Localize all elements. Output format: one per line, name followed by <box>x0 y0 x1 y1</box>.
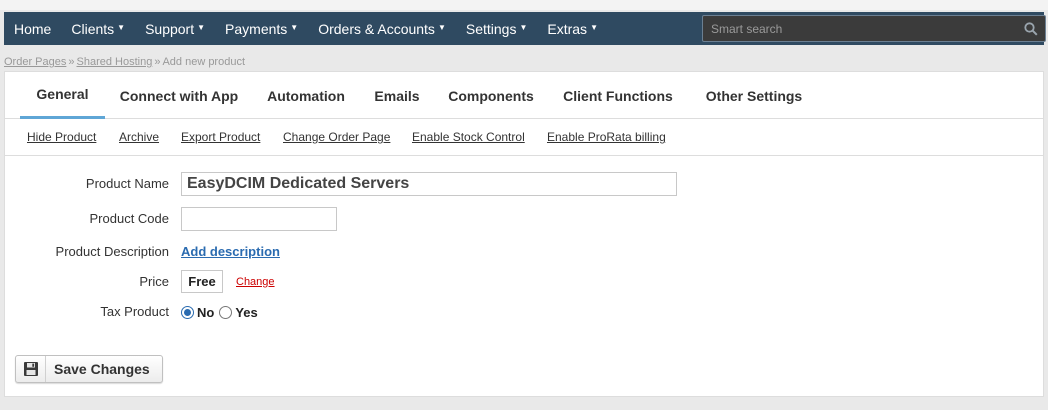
caret-down-icon: ▼ <box>290 23 299 32</box>
tax-product-radio-group: No Yes <box>181 305 263 320</box>
nav-clients[interactable]: Clients ▼ <box>61 12 135 45</box>
nav-orders-accounts[interactable]: Orders & Accounts ▼ <box>308 12 456 45</box>
smart-search <box>702 15 1046 42</box>
smart-search-input[interactable] <box>703 16 1021 41</box>
breadcrumb: Order Pages» Shared Hosting» Add new produ… <box>4 56 245 68</box>
nav-home[interactable]: Home <box>4 12 61 45</box>
product-name-input[interactable] <box>181 172 677 196</box>
save-changes-label: Save Changes <box>54 361 150 377</box>
caret-down-icon: ▼ <box>437 23 446 32</box>
tax-product-label: Tax Product <box>100 304 169 319</box>
enable-stock-control-link[interactable]: Enable Stock Control <box>412 130 525 144</box>
product-actions-bar: Hide Product Archive Export Product Chan… <box>5 119 1043 156</box>
tax-yes-label[interactable]: Yes <box>235 305 257 320</box>
tab-client-functions[interactable]: Client Functions <box>557 72 679 119</box>
nav-support[interactable]: Support ▼ <box>135 12 215 45</box>
export-product-link[interactable]: Export Product <box>181 130 260 144</box>
nav-settings-label: Settings <box>465 20 517 37</box>
tab-other-settings[interactable]: Other Settings <box>699 72 809 119</box>
change-order-page-link[interactable]: Change Order Page <box>283 130 390 144</box>
nav-payments[interactable]: Payments ▼ <box>215 12 308 45</box>
floppy-disk-icon <box>16 356 46 382</box>
caret-down-icon: ▼ <box>117 23 126 32</box>
tab-general[interactable]: General <box>20 72 105 119</box>
breadcrumb-separator: » <box>154 56 161 68</box>
hide-product-link[interactable]: Hide Product <box>27 130 96 144</box>
top-strip <box>0 0 1048 10</box>
archive-link[interactable]: Archive <box>119 130 159 144</box>
product-description-label: Product Description <box>55 244 169 259</box>
save-changes-button[interactable]: Save Changes <box>15 355 163 383</box>
product-code-label: Product Code <box>89 211 170 226</box>
price-value: Free <box>181 270 223 293</box>
nav-orders-accounts-label: Orders & Accounts <box>318 20 435 37</box>
tax-yes-radio[interactable] <box>219 306 233 319</box>
search-icon[interactable] <box>1021 19 1041 39</box>
tab-connect-with-app[interactable]: Connect with App <box>115 72 243 119</box>
main-navbar: Home Clients ▼ Support ▼ Payments ▼ Orders … <box>4 12 1046 45</box>
nav-settings[interactable]: Settings ▼ <box>456 12 538 45</box>
breadcrumb-separator: » <box>68 56 75 68</box>
tax-no-label[interactable]: No <box>197 305 214 320</box>
nav-clients-label: Clients <box>71 20 115 37</box>
caret-down-icon: ▼ <box>197 23 206 32</box>
nav-extras-label: Extras <box>547 20 588 37</box>
nav-extras[interactable]: Extras ▼ <box>537 12 608 45</box>
tab-bar: General Connect with App Automation Emai… <box>5 72 1043 119</box>
tab-emails[interactable]: Emails <box>369 72 425 119</box>
nav-home-label: Home <box>14 20 52 37</box>
caret-down-icon: ▼ <box>590 23 598 32</box>
tab-automation[interactable]: Automation <box>263 72 349 119</box>
change-price-link[interactable]: Change <box>236 276 275 288</box>
add-description-link[interactable]: Add description <box>181 244 280 259</box>
tab-components[interactable]: Components <box>445 72 537 119</box>
product-edit-panel: General Connect with App Automation Emai… <box>4 71 1044 397</box>
breadcrumb-shared-hosting[interactable]: Shared Hosting <box>77 56 153 68</box>
tax-no-radio[interactable] <box>181 306 194 319</box>
nav-support-label: Support <box>145 20 195 37</box>
enable-prorata-billing-link[interactable]: Enable ProRata billing <box>547 130 666 144</box>
breadcrumb-order-pages[interactable]: Order Pages <box>4 56 66 68</box>
caret-down-icon: ▼ <box>519 23 528 32</box>
product-name-label: Product Name <box>85 176 169 191</box>
breadcrumb-current: Add new product <box>162 56 246 68</box>
price-label: Price <box>139 274 169 289</box>
nav-payments-label: Payments <box>225 20 288 37</box>
product-code-input[interactable] <box>181 207 337 231</box>
